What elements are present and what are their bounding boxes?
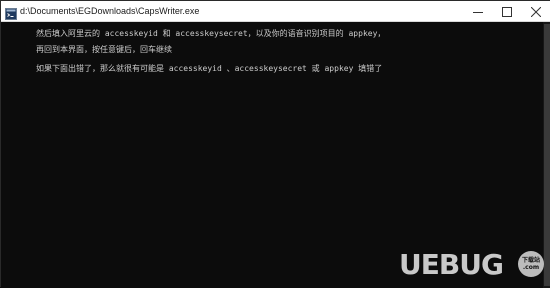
watermark-badge: 下载站 .com xyxy=(518,251,544,277)
watermark-brand: UEBUG xyxy=(399,248,504,281)
window-title: d:\Documents\EGDownloads\CapsWriter.exe xyxy=(20,6,200,16)
minimize-icon xyxy=(473,11,483,13)
console-line: 如果下面出错了，那么就很有可能是 accesskeyid 、accesskeys… xyxy=(36,64,383,73)
console-line: 然后填入阿里云的 accesskeyid 和 accesskeysecret，以… xyxy=(36,29,386,38)
console-app-icon[interactable] xyxy=(5,5,17,20)
watermark-badge-line1: 下载站 xyxy=(521,257,540,264)
minimize-button[interactable] xyxy=(463,1,493,22)
console-line: 再回到本界面，按任意键后，回车继续 xyxy=(36,45,172,54)
close-button[interactable] xyxy=(521,1,550,22)
close-icon xyxy=(531,6,541,17)
maximize-icon xyxy=(502,6,512,17)
watermark-logo: UEBUG 下载站 .com xyxy=(399,245,547,285)
title-bar[interactable]: d:\Documents\EGDownloads\CapsWriter.exe xyxy=(1,1,550,22)
watermark-badge-line2: .com xyxy=(522,264,540,271)
console-window: d:\Documents\EGDownloads\CapsWriter.exe … xyxy=(0,0,550,288)
maximize-button[interactable] xyxy=(492,1,522,22)
